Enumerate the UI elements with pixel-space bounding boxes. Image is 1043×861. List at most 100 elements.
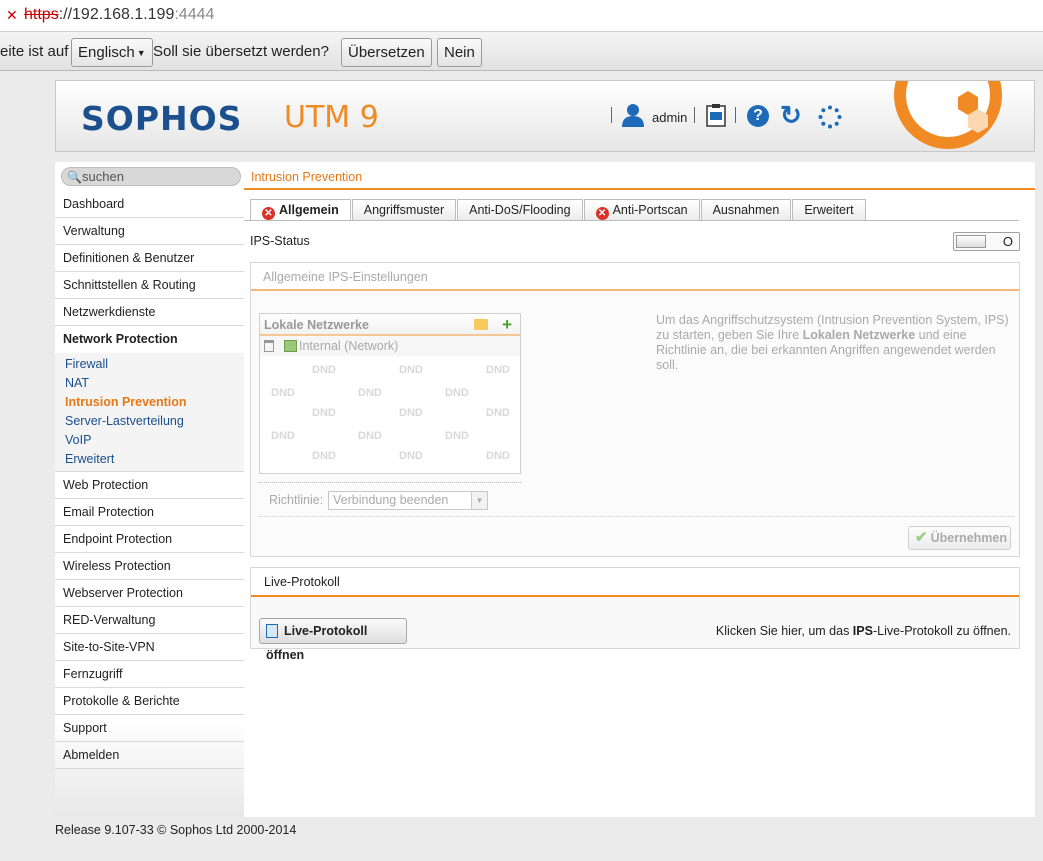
- language-select-label: Englisch: [78, 44, 135, 61]
- app-header: SOPHOS UTM 9 admin ? ↻: [55, 80, 1035, 152]
- tab-allgemein[interactable]: ✕ Allgemein: [250, 199, 351, 220]
- sidebar: 🔍 suchen Dashboard Verwaltung Definition…: [55, 162, 244, 817]
- nav-group-network-protection[interactable]: Network Protection: [55, 326, 244, 353]
- translate-prefix: eite ist auf: [0, 43, 69, 60]
- nav-item-abmelden[interactable]: Abmelden: [55, 742, 244, 769]
- subnav-item-intrusion-prevention[interactable]: Intrusion Prevention: [55, 393, 244, 412]
- ips-description: Um das Angriffschutzsystem (Intrusion Pr…: [656, 313, 1011, 373]
- nav-item-schnittstellen[interactable]: Schnittstellen & Routing: [55, 272, 244, 299]
- dnd-watermark: DND: [358, 430, 382, 442]
- subnav-item-firewall[interactable]: Firewall: [55, 355, 244, 374]
- subnav-item-nat[interactable]: NAT: [55, 374, 244, 393]
- dnd-watermark: DND: [399, 364, 423, 376]
- header-divider: [611, 107, 612, 123]
- nav-item-netzwerkdienste[interactable]: Netzwerkdienste: [55, 299, 244, 326]
- log-icon: [266, 624, 278, 638]
- dnd-watermark: DND: [271, 387, 295, 399]
- open-live-log-label: Live-Protokoll öffnen: [266, 624, 368, 662]
- dnd-watermark: DND: [358, 387, 382, 399]
- no-translate-button[interactable]: Nein: [437, 38, 482, 67]
- desc-bold: Lokalen Netzwerke: [802, 328, 916, 342]
- nav-item-endpoint-protection[interactable]: Endpoint Protection: [55, 526, 244, 553]
- policy-select-value: Verbindung beenden: [333, 493, 449, 507]
- nav-item-red-verwaltung[interactable]: RED-Verwaltung: [55, 607, 244, 634]
- nav-item-dashboard[interactable]: Dashboard: [55, 191, 244, 218]
- error-icon: ✕: [262, 207, 275, 220]
- tab-label: Allgemein: [279, 203, 339, 217]
- reload-icon[interactable]: ↻: [780, 102, 804, 128]
- insecure-lock-icon[interactable]: ✕: [6, 8, 20, 22]
- ips-status-toggle[interactable]: O: [953, 232, 1020, 251]
- product-name: UTM 9: [284, 100, 379, 135]
- error-icon: ✕: [595, 207, 609, 220]
- open-live-log-button[interactable]: Live-Protokoll öffnen: [259, 618, 407, 662]
- add-icon[interactable]: +: [502, 314, 512, 336]
- search-input[interactable]: 🔍 suchen: [61, 167, 241, 186]
- nav-item-protokolle[interactable]: Protokolle & Berichte: [55, 688, 244, 715]
- subnav: Firewall NAT Intrusion Prevention Server…: [55, 353, 244, 472]
- live-log-hint: Klicken Sie hier, um das IPS-Live-Protok…: [716, 624, 1011, 638]
- sophos-emblem: [894, 81, 1002, 149]
- tab-erweitert[interactable]: Erweitert: [792, 199, 866, 220]
- dnd-watermark: DND: [486, 450, 510, 462]
- tab-bar: ✕ Allgemein Angriffsmuster Anti-DoS/Floodin…: [250, 199, 867, 220]
- network-entry-label: Internal (Network): [299, 339, 399, 353]
- hexagon-icon: [958, 91, 988, 133]
- tab-ausnahmen[interactable]: Ausnahmen: [700, 199, 792, 220]
- dnd-watermark: DND: [486, 364, 510, 376]
- folder-icon[interactable]: [474, 319, 488, 330]
- dnd-watermark: DND: [486, 407, 510, 419]
- spinner-icon: [818, 105, 842, 129]
- nav-item-webserver-protection[interactable]: Webserver Protection: [55, 580, 244, 607]
- chevron-down-icon: ▼: [136, 47, 146, 58]
- subnav-item-server-lastverteilung[interactable]: Server-Lastverteilung: [55, 412, 244, 431]
- admin-username[interactable]: admin: [652, 110, 687, 125]
- trash-icon[interactable]: [264, 340, 274, 352]
- nav-item-verwaltung[interactable]: Verwaltung: [55, 218, 244, 245]
- page-title: Intrusion Prevention: [244, 162, 1035, 190]
- dnd-watermark: DND: [312, 407, 336, 419]
- header-divider: [735, 107, 736, 123]
- settings-panel-title: Allgemeine IPS-Einstellungen: [251, 263, 1019, 291]
- language-select[interactable]: Englisch ▼: [71, 38, 153, 67]
- tab-label: Anti-Portscan: [612, 203, 688, 217]
- dnd-watermark: DND: [399, 450, 423, 462]
- apply-button[interactable]: ✔ Übernehmen: [908, 526, 1011, 550]
- divider: [259, 482, 521, 483]
- user-icon[interactable]: [620, 103, 646, 127]
- url-field[interactable]: https://192.168.1.199:4444: [24, 6, 214, 24]
- tab-angriffsmuster[interactable]: Angriffsmuster: [351, 199, 457, 220]
- network-list-item[interactable]: Internal (Network): [260, 336, 520, 356]
- local-networks-box: Lokale Netzwerke + Internal (Network) DN…: [259, 313, 521, 474]
- policy-label: Richtlinie:: [269, 493, 324, 507]
- nav-item-fernzugriff[interactable]: Fernzugriff: [55, 661, 244, 688]
- dnd-watermark: DND: [445, 387, 469, 399]
- apply-label: Übernehmen: [930, 531, 1007, 545]
- policy-select[interactable]: Verbindung beenden ▼: [328, 491, 488, 510]
- url-host: 192.168.1.199: [72, 6, 175, 23]
- translate-question: Soll sie übersetzt werden?: [153, 43, 329, 60]
- nav-item-site-to-site-vpn[interactable]: Site-to-Site-VPN: [55, 634, 244, 661]
- nav-item-web-protection[interactable]: Web Protection: [55, 472, 244, 499]
- subnav-item-voip[interactable]: VoIP: [55, 431, 244, 450]
- network-icon: [284, 340, 297, 352]
- nav-item-wireless-protection[interactable]: Wireless Protection: [55, 553, 244, 580]
- subnav-item-erweitert[interactable]: Erweitert: [55, 450, 244, 469]
- nav-item-definitionen[interactable]: Definitionen & Benutzer: [55, 245, 244, 272]
- tab-anti-dos[interactable]: Anti-DoS/Flooding: [457, 199, 583, 220]
- app-frame: SOPHOS UTM 9 admin ? ↻ 🔍 suchen Dashboar…: [55, 80, 1035, 817]
- sophos-logo: SOPHOS: [81, 99, 243, 138]
- toggle-knob: [956, 235, 986, 248]
- nav-item-email-protection[interactable]: Email Protection: [55, 499, 244, 526]
- divider: [259, 516, 1013, 517]
- settings-panel: Allgemeine IPS-Einstellungen Lokale Netz…: [250, 262, 1020, 557]
- translate-bar: eite ist auf Englisch ▼ Soll sie übersetz…: [0, 32, 1043, 71]
- nav-item-support[interactable]: Support: [55, 715, 244, 742]
- dnd-watermark: DND: [399, 407, 423, 419]
- url-port: :4444: [174, 6, 215, 23]
- clipboard-icon[interactable]: [706, 103, 726, 127]
- tab-anti-portscan[interactable]: ✕ Anti-Portscan: [583, 199, 700, 220]
- release-footer: Release 9.107-33 © Sophos Ltd 2000-2014: [55, 823, 297, 837]
- translate-button[interactable]: Übersetzen: [341, 38, 432, 67]
- help-icon[interactable]: ?: [747, 105, 769, 127]
